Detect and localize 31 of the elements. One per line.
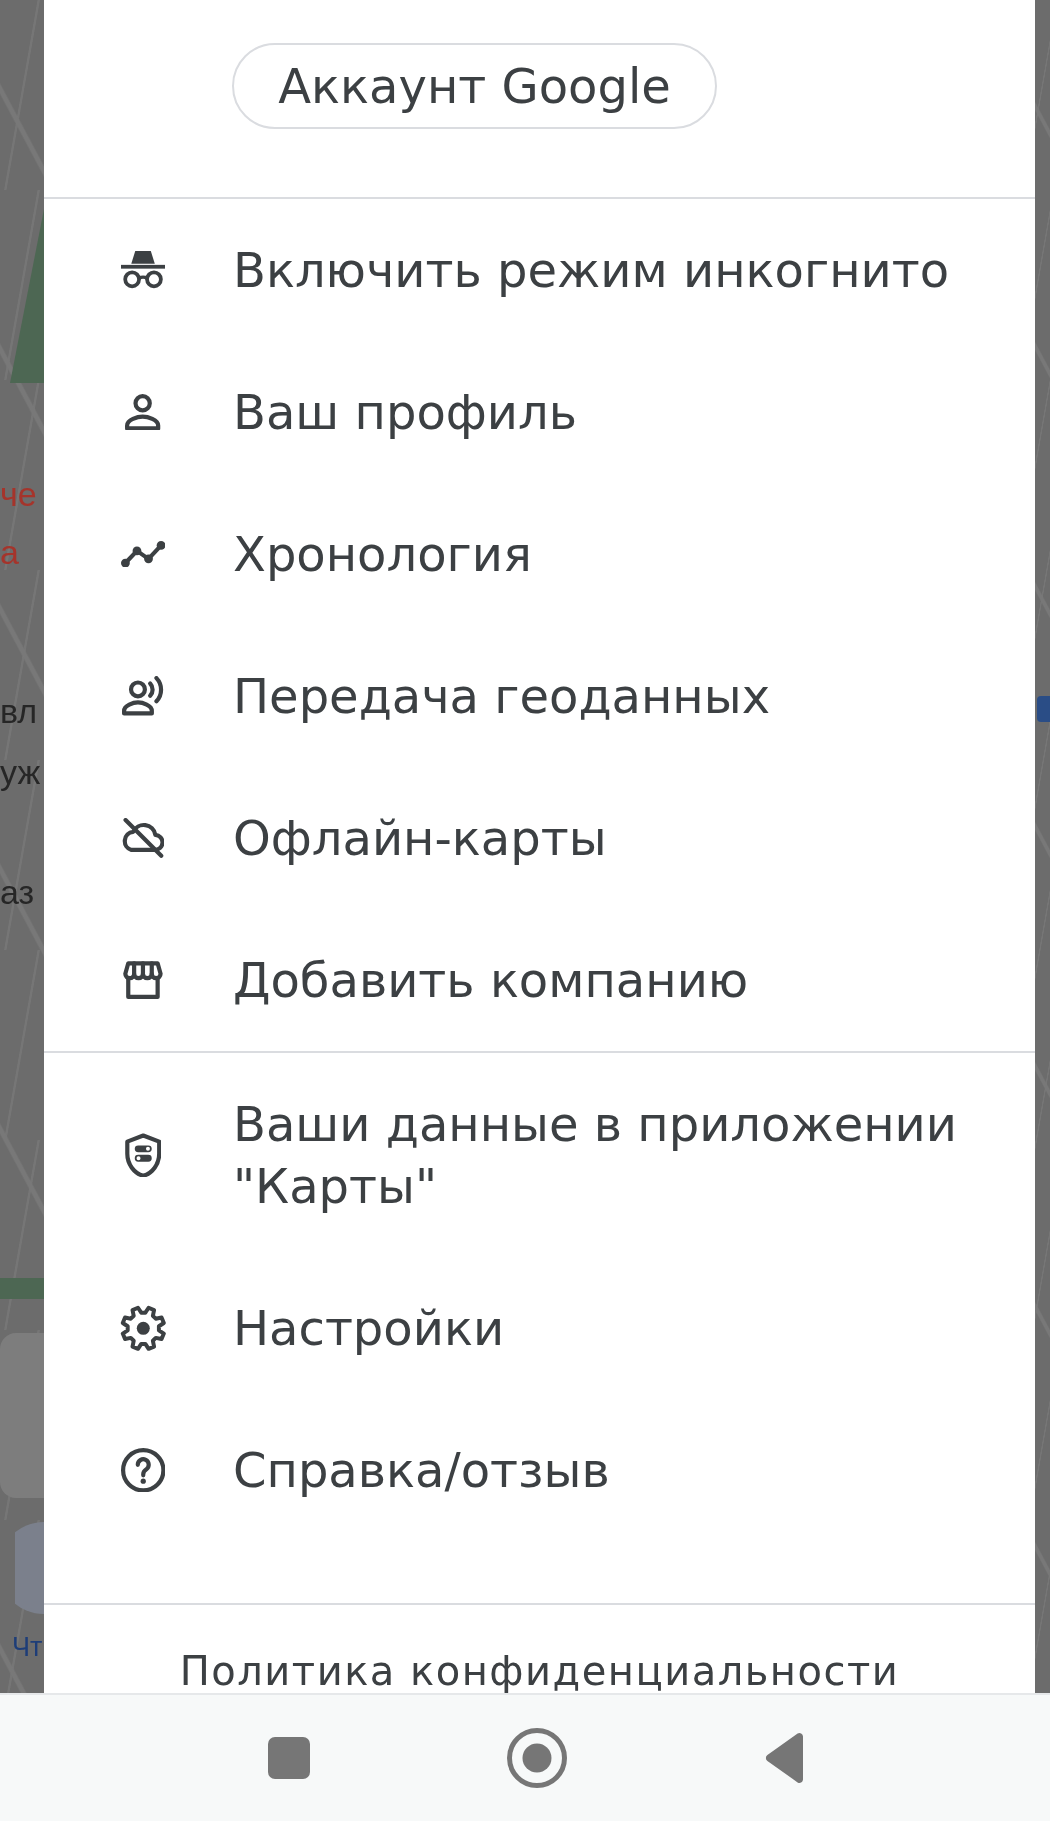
menu-item[interactable]: Настройки xyxy=(119,1297,505,1359)
map-label: аз xyxy=(0,875,35,909)
help-icon xyxy=(120,1447,166,1493)
shield-toggle-icon xyxy=(124,1133,162,1177)
account-button[interactable]: Аккаунт Google xyxy=(232,43,717,129)
menu-item[interactable]: Передача геоданных xyxy=(119,665,771,727)
menu-item[interactable]: Ваш профиль xyxy=(119,381,577,443)
square-icon[interactable] xyxy=(268,1737,310,1779)
settings-icon xyxy=(119,1304,167,1352)
map-marker-icon xyxy=(1037,696,1050,722)
home-icon[interactable] xyxy=(507,1728,567,1788)
timeline-icon xyxy=(120,540,166,568)
map-label: уж xyxy=(0,755,41,789)
map-label: че xyxy=(0,477,37,511)
map-label: Чт xyxy=(12,1634,43,1661)
menu-item[interactable]: Ваши данные в приложении "Карты" xyxy=(119,1093,993,1217)
storefront-icon xyxy=(123,960,163,1000)
map-label: вл xyxy=(0,694,38,728)
privacy-policy-link[interactable]: Политика конфиденциальности xyxy=(179,1651,900,1691)
back-icon[interactable] xyxy=(764,1732,806,1784)
park-area xyxy=(0,1278,44,1299)
menu-item[interactable]: Справка/отзыв xyxy=(119,1439,610,1501)
menu-item[interactable]: Включить режим инкогнито xyxy=(119,239,950,301)
person-icon xyxy=(125,393,161,431)
person-signal-icon xyxy=(122,676,164,716)
map-label: а xyxy=(0,535,19,569)
menu-item[interactable]: Добавить компанию xyxy=(119,949,749,1011)
menu-item[interactable]: Офлайн-карты xyxy=(119,807,607,869)
hat-glasses-icon xyxy=(120,251,166,289)
menu-item[interactable]: Хронология xyxy=(119,523,532,585)
cloud-off-icon xyxy=(121,818,165,858)
